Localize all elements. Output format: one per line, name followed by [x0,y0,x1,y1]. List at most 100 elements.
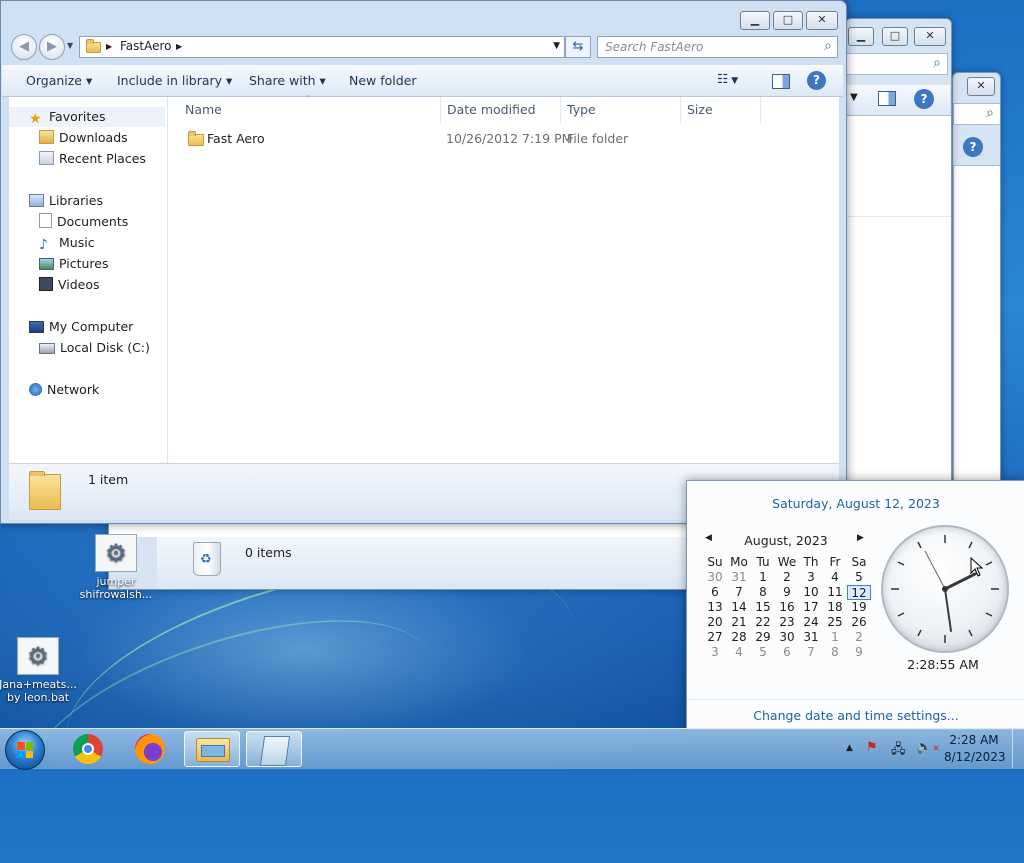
calendar-day[interactable]: 30 [775,630,799,645]
calendar-day[interactable]: 4 [823,570,847,585]
calendar-day[interactable]: 24 [799,615,823,630]
nav-my-computer[interactable]: My Computer [29,317,133,337]
calendar-day[interactable]: 3 [703,645,727,660]
close-button[interactable]: ✕ [806,11,838,30]
calendar-day[interactable]: 17 [799,600,823,615]
nav-documents[interactable]: Documents [39,212,128,232]
calendar-day[interactable]: 13 [703,600,727,615]
breadcrumb-arrow-icon[interactable]: ▶ [106,42,112,51]
calendar-day[interactable]: 30 [703,570,727,585]
explorer-window[interactable]: ▁ □ ✕ ◀ ▶ ▼ ▶ FastAero ▶ ▼ ⇆ Search Fast… [0,0,847,524]
calendar-day[interactable]: 26 [847,615,871,630]
show-desktop-button[interactable] [1012,729,1024,768]
nav-libraries[interactable]: Libraries [29,191,103,211]
long-date-link[interactable]: Saturday, August 12, 2023 [687,496,1024,511]
calendar-day[interactable]: 21 [727,615,751,630]
desktop-icon-jana[interactable]: ⚙ Jana+meats... by leon.bat [0,637,78,704]
explorer-button[interactable] [184,731,240,767]
calendar-day[interactable]: 8 [823,645,847,660]
breadcrumb-fastaero[interactable]: FastAero [120,39,172,53]
nav-recent-places[interactable]: Recent Places [39,149,146,169]
calendar-day[interactable]: 19 [847,600,871,615]
calendar-day[interactable]: 12 [847,585,871,600]
calendar-day[interactable]: 5 [751,645,775,660]
calendar-day[interactable]: 22 [751,615,775,630]
column-type[interactable]: Type [561,97,681,123]
column-date-modified[interactable]: Date modified [441,97,561,123]
include-in-library-button[interactable]: Include in library ▾ [117,73,232,88]
calendar-day[interactable]: 18 [823,600,847,615]
help-icon[interactable]: ? [914,89,934,109]
desktop-icon-jumper[interactable]: ⚙ jumper shifrowalsh... [76,534,156,601]
forward-button[interactable]: ▶ [39,34,65,60]
next-month-icon[interactable]: ▶ [857,533,864,543]
month-label[interactable]: August, 2023 [705,533,867,548]
preview-pane-icon[interactable] [878,91,896,106]
calendar-day[interactable]: 9 [775,585,799,600]
calendar-day[interactable]: 1 [823,630,847,645]
taskbar-clock[interactable]: 2:28 AM 8/12/2023 [944,732,1006,766]
new-folder-button[interactable]: New folder [349,73,417,88]
calendar-day[interactable]: 14 [727,600,751,615]
change-settings-link[interactable]: Change date and time settings... [687,699,1024,723]
notepad-button[interactable] [246,731,302,767]
maximize-button[interactable]: □ [773,11,803,30]
calendar-day[interactable]: 29 [751,630,775,645]
volume-muted-icon[interactable]: 🔈✕ [916,740,940,755]
calendar-day[interactable]: 5 [847,570,871,585]
chevron-down-icon[interactable]: ▼ [850,92,858,103]
organize-button[interactable]: Organize ▾ [26,73,92,88]
calendar-day[interactable]: 11 [823,585,847,600]
refresh-button[interactable]: ⇆ [565,36,591,58]
firefox-button[interactable] [122,731,178,767]
search-input[interactable]: Search FastAero ⌕ [597,36,838,58]
calendar-day[interactable]: 28 [727,630,751,645]
recent-pages-chevron-icon[interactable]: ▼ [67,41,73,50]
calendar-day[interactable]: 7 [799,645,823,660]
preview-pane-icon[interactable] [772,74,790,89]
column-size[interactable]: Size [681,97,761,123]
flag-icon[interactable]: ⚑ [866,740,878,755]
chrome-button[interactable] [60,731,116,767]
nav-music[interactable]: ♪ Music [39,233,95,253]
calendar-day[interactable]: 4 [727,645,751,660]
background-window-3[interactable]: ✕ ⌕ ? [952,72,1001,494]
background-window-2[interactable]: ▁ □ ✕ ⌕ ▼ ? [845,18,952,490]
share-with-button[interactable]: Share with ▾ [249,73,326,88]
start-button[interactable] [5,730,45,770]
calendar-day[interactable]: 27 [703,630,727,645]
calendar-day[interactable]: 8 [751,585,775,600]
back-button[interactable]: ◀ [11,34,37,60]
calendar-day[interactable]: 10 [799,585,823,600]
breadcrumb-arrow-icon[interactable]: ▶ [176,42,182,51]
nav-favorites[interactable]: ★ Favorites [29,107,105,127]
nav-local-disk[interactable]: Local Disk (C:) [39,338,150,358]
calendar-day[interactable]: 2 [847,630,871,645]
minimize-button[interactable]: ▁ [848,27,874,46]
calendar-day[interactable]: 31 [799,630,823,645]
calendar-day[interactable]: 20 [703,615,727,630]
search-icon[interactable]: ⌕ [824,38,832,54]
help-icon[interactable]: ? [963,137,983,157]
network-tray-icon[interactable]: 🖧 [891,740,906,762]
calendar-day[interactable]: 6 [775,645,799,660]
close-button[interactable]: ✕ [967,77,995,96]
calendar-day[interactable]: 2 [775,570,799,585]
nav-network[interactable]: Network [29,380,99,400]
table-row[interactable]: Fast Aero 10/26/2012 7:19 PM File folder [186,129,786,149]
calendar-day[interactable]: 15 [751,600,775,615]
help-icon[interactable]: ? [807,71,826,90]
calendar-day[interactable]: 31 [727,570,751,585]
calendar-day[interactable]: 16 [775,600,799,615]
views-button[interactable]: ☷ ▼ [717,71,738,86]
address-bar[interactable]: ▶ FastAero ▶ ▼ [79,36,565,58]
calendar-day[interactable]: 6 [703,585,727,600]
calendar-day[interactable]: 23 [775,615,799,630]
calendar-day[interactable]: 25 [823,615,847,630]
calendar-day[interactable]: 9 [847,645,871,660]
nav-pictures[interactable]: Pictures [39,254,109,274]
calendar-day[interactable]: 1 [751,570,775,585]
show-hidden-icons-icon[interactable]: ▲ [846,743,853,753]
close-button[interactable]: ✕ [914,27,946,46]
address-dropdown-icon[interactable]: ▼ [553,41,560,51]
